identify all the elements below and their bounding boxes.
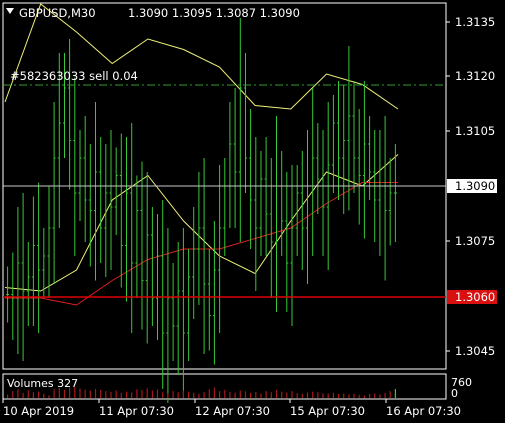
- time-axis: 10 Apr 2019 11 Apr 07:30 12 Apr 07:30 15…: [2, 399, 461, 418]
- order-label: #582363033 sell 0.04: [10, 69, 138, 83]
- moving-average-path: [5, 182, 398, 306]
- time-label: 15 Apr 07:30: [290, 404, 365, 418]
- time-label: 11 Apr 07:30: [99, 404, 174, 418]
- order-price-text: 1.3060: [455, 290, 495, 304]
- ohlc-readout: 1.3090 1.3095 1.3087 1.3090: [128, 6, 300, 20]
- time-label: 12 Apr 07:30: [195, 404, 270, 418]
- current-price-text: 1.3090: [455, 179, 495, 193]
- price-tick: 1.3105: [455, 124, 495, 138]
- volume-label: Volumes 327: [7, 377, 78, 390]
- collapse-triangle-icon[interactable]: [6, 8, 14, 14]
- price-tick: 1.3075: [455, 234, 495, 248]
- price-tick: 1.3135: [455, 15, 495, 29]
- price-chart[interactable]: GBPUSD,M30 1.3090 1.3095 1.3087 1.3090 #…: [0, 0, 505, 423]
- symbol-header: GBPUSD,M30: [19, 6, 96, 20]
- bollinger-middle-line: [4, 154, 399, 292]
- bollinger-bands: [4, 3, 399, 292]
- time-label: 16 Apr 07:30: [386, 404, 461, 418]
- moving-average-line: [5, 182, 398, 306]
- time-label: 10 Apr 2019: [3, 404, 74, 418]
- price-tick: 1.3045: [455, 344, 495, 358]
- volume-tick-min: 0: [451, 387, 458, 400]
- price-tick: 1.3120: [455, 69, 495, 83]
